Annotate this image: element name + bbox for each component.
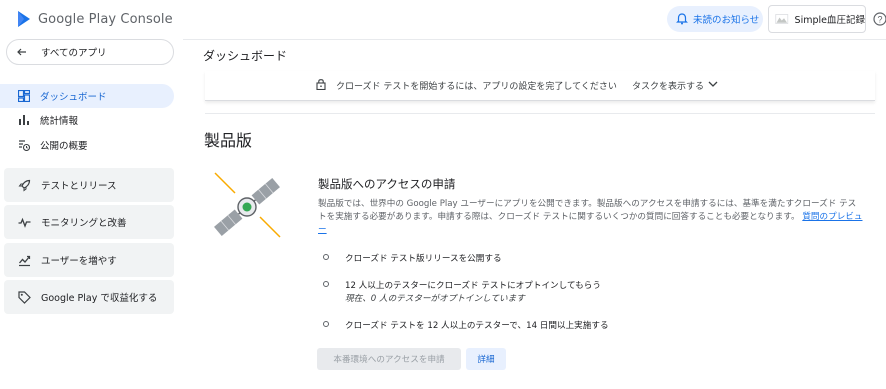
chevron-down-icon[interactable] bbox=[708, 80, 718, 88]
setup-banner: クローズド テストを開始するには、アプリの設定を完了してください タスクを表示す… bbox=[205, 71, 875, 101]
section-title: 製品版 bbox=[204, 131, 253, 150]
all-apps-label: すべてのアプリ bbox=[41, 48, 107, 59]
google-play-console-logo[interactable]: Google Play Console bbox=[16, 9, 173, 29]
requirement-status: 現在、0 人のテスターがオプトインしています bbox=[345, 294, 525, 304]
sidebar-item-label: 統計情報 bbox=[40, 116, 79, 127]
sidebar-section-label: ユーザーを増やす bbox=[41, 256, 117, 267]
all-apps-button[interactable]: すべてのアプリ bbox=[6, 39, 174, 65]
notifications-label: 未読のお知らせ bbox=[693, 15, 760, 26]
requirement-bullet-icon bbox=[323, 254, 329, 260]
dashboard-icon bbox=[18, 90, 30, 102]
help-icon[interactable]: ? bbox=[873, 12, 886, 26]
tag-icon bbox=[18, 290, 31, 304]
production-access-title: 製品版へのアクセスの申請 bbox=[318, 177, 456, 191]
requirement-bullet-icon bbox=[323, 281, 329, 287]
bar-chart-icon bbox=[19, 115, 29, 125]
sidebar-item-publishing-overview[interactable]: 公開の概要 bbox=[0, 133, 174, 157]
satellite-illustration-icon bbox=[214, 172, 281, 238]
publish-clock-icon bbox=[19, 140, 30, 151]
app-selector[interactable]: Simple血圧記録 bbox=[768, 5, 866, 33]
production-access-description: 製品版では、世界中の Google Play ユーザーにアプリを公開できます。製… bbox=[318, 198, 863, 237]
details-button[interactable]: 詳細 bbox=[466, 348, 506, 370]
requirement-bullet-icon bbox=[323, 321, 329, 327]
section-divider bbox=[205, 113, 875, 114]
lock-icon bbox=[316, 79, 326, 90]
sidebar-section-test-and-release[interactable]: テストとリリース bbox=[4, 168, 174, 202]
requirement-text: クローズド テスト版リリースを公開する bbox=[345, 254, 502, 264]
rocket-icon bbox=[18, 179, 31, 191]
notifications-button[interactable]: 未読のお知らせ bbox=[667, 6, 763, 32]
sidebar-item-statistics[interactable]: 統計情報 bbox=[0, 108, 174, 132]
bell-icon bbox=[676, 13, 688, 25]
sidebar-section-monitoring[interactable]: モニタリングと改善 bbox=[4, 205, 174, 239]
play-console-logo-icon bbox=[18, 11, 30, 27]
sidebar-item-label: ダッシュボード bbox=[40, 92, 107, 103]
requirement-text: 12 人以上のテスターにクローズド テストにオプトインしてもらう bbox=[345, 281, 601, 291]
growth-icon bbox=[19, 255, 31, 266]
sidebar-item-label: 公開の概要 bbox=[40, 141, 88, 152]
show-tasks-link[interactable]: タスクを表示する bbox=[632, 79, 704, 92]
sidebar-section-monetize[interactable]: Google Play で収益化する bbox=[4, 280, 174, 314]
header-divider bbox=[183, 39, 886, 40]
sidebar-section-label: モニタリングと改善 bbox=[41, 218, 127, 229]
svg-text:?: ? bbox=[877, 15, 882, 25]
apply-production-access-button[interactable]: 本番環境へのアクセスを申請 bbox=[317, 348, 461, 370]
banner-message: クローズド テストを開始するには、アプリの設定を完了してください bbox=[336, 82, 617, 92]
arrow-back-icon bbox=[17, 48, 26, 56]
app-name: Simple血圧記録 bbox=[794, 15, 865, 26]
pulse-icon bbox=[18, 217, 31, 228]
description-text: 製品版では、世界中の Google Play ユーザーにアプリを公開できます。製… bbox=[318, 199, 857, 222]
sidebar-item-dashboard[interactable]: ダッシュボード bbox=[0, 84, 174, 108]
page-title: ダッシュボード bbox=[203, 49, 288, 63]
sidebar-section-label: テストとリリース bbox=[41, 181, 117, 192]
app-icon bbox=[775, 14, 789, 24]
sidebar-section-label: Google Play で収益化する bbox=[41, 293, 158, 304]
sidebar-section-grow-users[interactable]: ユーザーを増やす bbox=[4, 243, 174, 277]
brand-name: Google Play Console bbox=[38, 11, 173, 27]
requirement-text: クローズド テストを 12 人以上のテスターで、14 日間以上実施する bbox=[345, 321, 609, 331]
